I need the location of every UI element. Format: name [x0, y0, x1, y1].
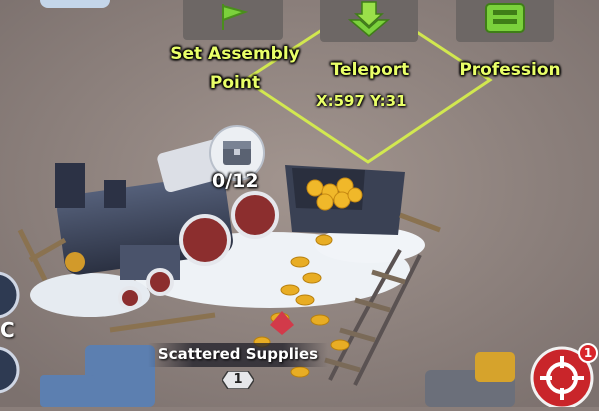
assembly-point-label[interactable]: Set Assembly Point: [150, 42, 320, 95]
teleport-label[interactable]: Teleport: [300, 58, 440, 82]
profession-button[interactable]: [456, 0, 554, 42]
level-badge: 1: [233, 372, 243, 387]
supply-capacity-widget[interactable]: 0/12: [200, 125, 275, 195]
supply-name: Scattered Supplies: [157, 345, 319, 363]
assembly-point-button[interactable]: [183, 0, 283, 40]
assembly-point-label-line2: Point: [209, 73, 261, 93]
left-edge-label: C: [0, 318, 15, 342]
alert-count: 1: [583, 346, 593, 360]
teleport-button[interactable]: [320, 0, 418, 42]
flag-icon: [222, 4, 249, 30]
assembly-point-label-line1: Set Assembly: [170, 44, 300, 64]
profession-label[interactable]: Profession: [440, 58, 580, 82]
tile-coordinates: X:597 Y:31: [316, 92, 407, 110]
gold-cart: [285, 165, 405, 235]
teleport-icon: [347, 1, 391, 37]
supply-capacity-count: 0/12: [212, 170, 259, 192]
book-icon: [485, 3, 525, 33]
